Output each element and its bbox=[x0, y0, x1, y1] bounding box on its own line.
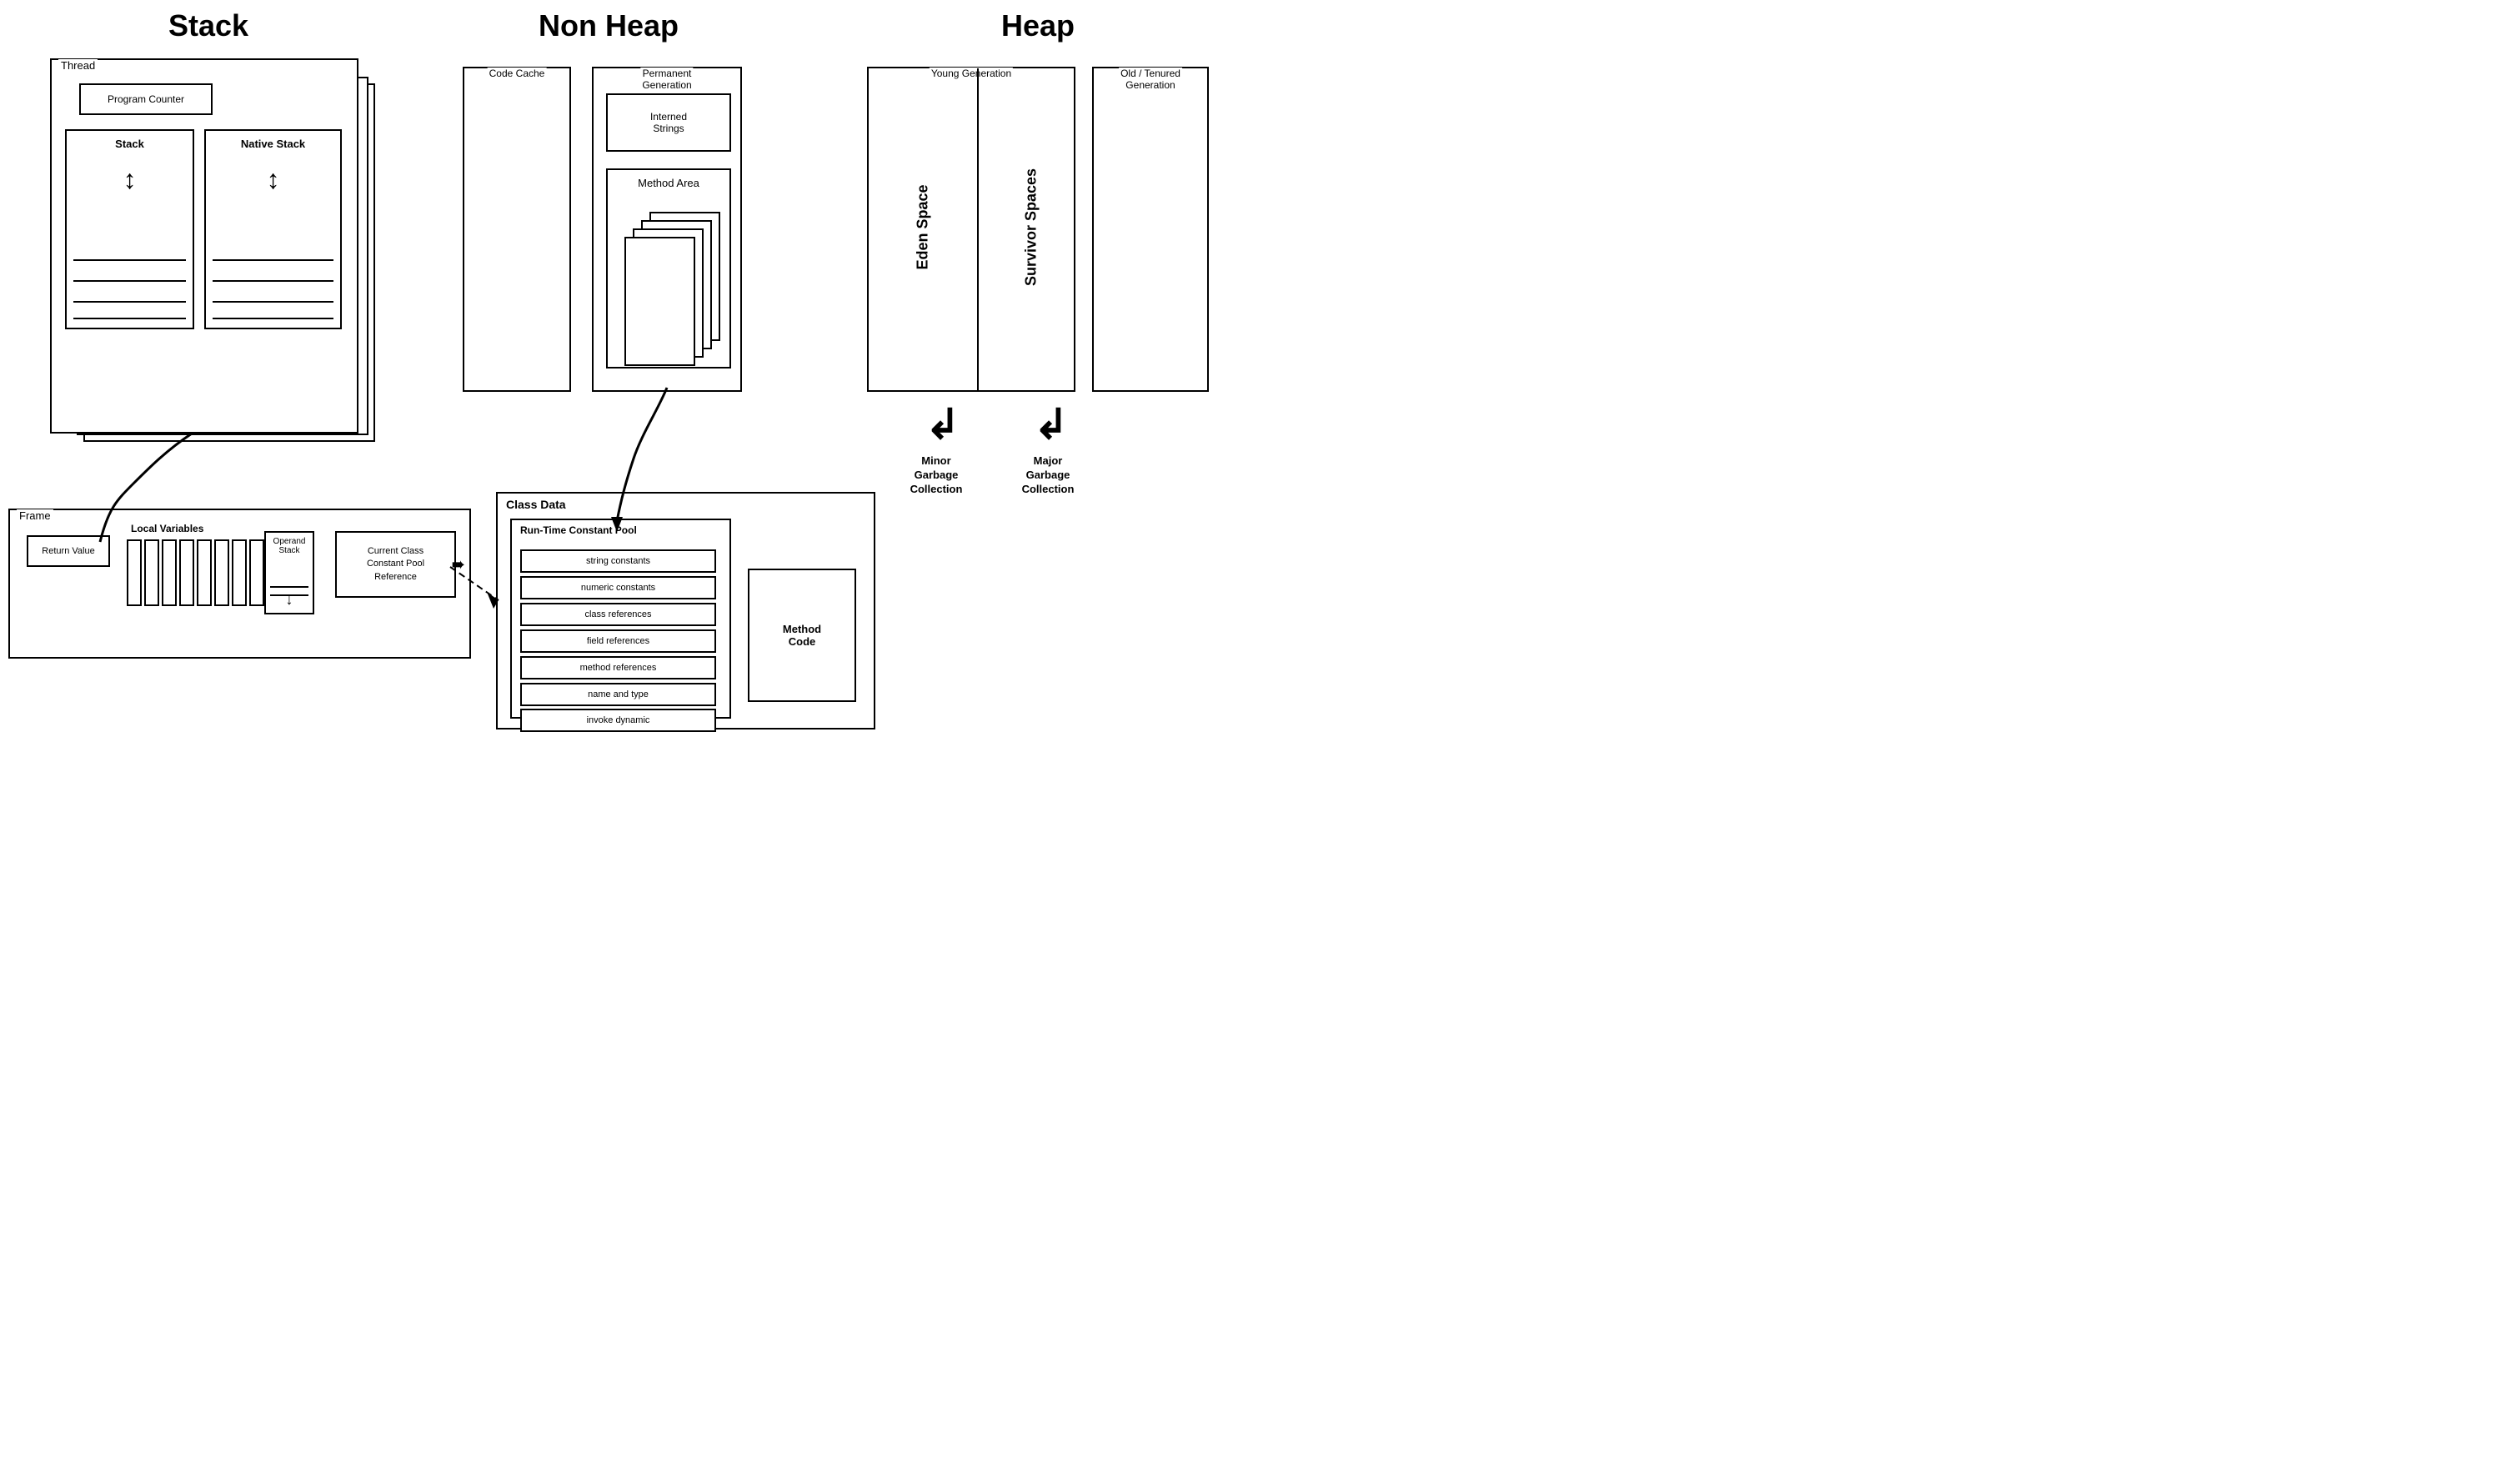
method-area-box: Method Area bbox=[606, 168, 731, 368]
runtime-pool-label: Run-Time Constant Pool bbox=[520, 524, 637, 536]
runtime-pool-box: Run-Time Constant Pool string constants … bbox=[510, 519, 731, 719]
native-line-2 bbox=[213, 280, 333, 282]
old-gen-label: Old / TenuredGeneration bbox=[1119, 68, 1182, 91]
stack-line-3 bbox=[73, 301, 186, 303]
local-variables-label: Local Variables bbox=[131, 523, 203, 534]
native-stack-label: Native Stack bbox=[241, 138, 305, 150]
pool-item-5: name and type bbox=[520, 683, 716, 706]
major-gc-arrow: ↲ bbox=[1034, 400, 1069, 449]
return-value-box: Return Value bbox=[27, 535, 110, 567]
stack-inner-box: Stack ↕ bbox=[65, 129, 194, 329]
native-stack-arrow: ↕ bbox=[267, 164, 280, 195]
program-counter-box: Program Counter bbox=[79, 83, 213, 115]
pool-item-4: method references bbox=[520, 656, 716, 679]
old-gen-box: Old / TenuredGeneration bbox=[1092, 67, 1209, 392]
minor-gc-label: MinorGarbageCollection bbox=[890, 454, 982, 497]
interned-strings-box: InternedStrings bbox=[606, 93, 731, 152]
eden-label: Eden Space bbox=[915, 184, 932, 273]
class-data-label: Class Data bbox=[506, 498, 566, 511]
stack-arrow: ↕ bbox=[123, 164, 137, 195]
pool-item-2: class references bbox=[520, 603, 716, 626]
code-cache-label: Code Cache bbox=[488, 68, 547, 79]
perm-gen-box: PermanentGeneration InternedStrings Meth… bbox=[592, 67, 742, 392]
minor-gc-arrow: ↲ bbox=[925, 400, 960, 449]
operand-stack-box: OperandStack ↓ bbox=[264, 531, 314, 614]
pool-item-0: string constants bbox=[520, 549, 716, 573]
eden-divider bbox=[977, 68, 979, 390]
class-data-box: Class Data Run-Time Constant Pool string… bbox=[496, 492, 875, 729]
current-class-box: Current ClassConstant PoolReference bbox=[335, 531, 456, 598]
native-line-1 bbox=[213, 259, 333, 261]
young-gen-label: Young Generation bbox=[930, 68, 1013, 79]
young-gen-box: Young Generation Eden Space Survivor Spa… bbox=[867, 67, 1075, 392]
perm-gen-label: PermanentGeneration bbox=[640, 68, 693, 91]
nonheap-title: Non Heap bbox=[450, 8, 767, 43]
native-line-4 bbox=[213, 318, 333, 319]
pool-item-6: invoke dynamic bbox=[520, 709, 716, 732]
pool-item-3: field references bbox=[520, 629, 716, 653]
stack-line-2 bbox=[73, 280, 186, 282]
interned-strings-label: InternedStrings bbox=[650, 111, 687, 134]
stack-line-1 bbox=[73, 259, 186, 261]
operand-stack-label: OperandStack bbox=[273, 537, 306, 555]
method-area-label: Method Area bbox=[638, 177, 699, 189]
survivor-label: Survivor Spaces bbox=[1023, 168, 1040, 290]
stack-line-4 bbox=[73, 318, 186, 319]
frame-label: Frame bbox=[17, 509, 53, 522]
program-counter-label: Program Counter bbox=[108, 93, 184, 105]
thread-label: Thread bbox=[58, 59, 98, 72]
method-code-box: MethodCode bbox=[748, 569, 856, 702]
native-line-3 bbox=[213, 301, 333, 303]
frame-box: Frame Return Value Local Variables Opera… bbox=[8, 509, 471, 659]
pool-item-1: numeric constants bbox=[520, 576, 716, 599]
stack-inner-label: Stack bbox=[115, 138, 144, 150]
method-area-inner-1 bbox=[624, 237, 695, 366]
heap-title: Heap bbox=[850, 8, 1225, 43]
stack-title: Stack bbox=[25, 8, 392, 43]
return-value-label: Return Value bbox=[42, 546, 94, 556]
native-stack-box: Native Stack ↕ bbox=[204, 129, 342, 329]
method-code-label: MethodCode bbox=[783, 623, 821, 648]
code-cache-box: Code Cache bbox=[463, 67, 571, 392]
current-class-label: Current ClassConstant PoolReference bbox=[367, 545, 424, 584]
local-vars-grid bbox=[127, 539, 264, 606]
major-gc-label: MajorGarbageCollection bbox=[1002, 454, 1094, 497]
pointer-icon: ➠ bbox=[452, 556, 464, 574]
